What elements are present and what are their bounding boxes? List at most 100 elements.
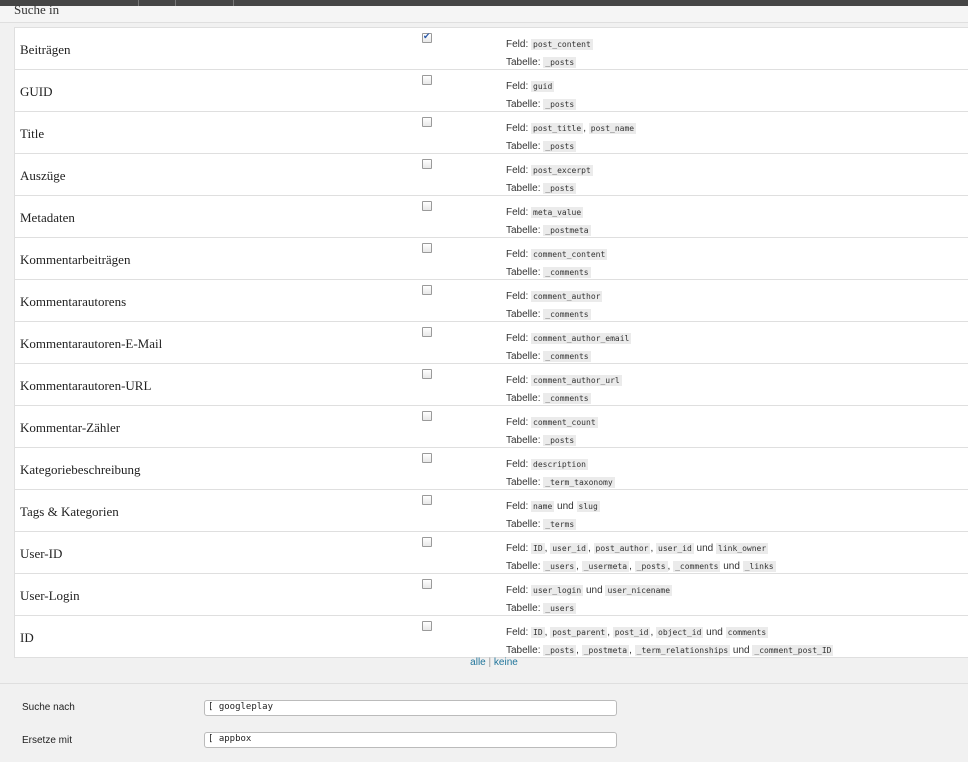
code-token: _posts <box>634 561 668 572</box>
tabelle-prefix: Tabelle: <box>506 99 541 110</box>
tabelle-prefix: Tabelle: <box>506 57 541 68</box>
select-separator: | <box>488 657 492 668</box>
separator-text: und <box>554 501 577 512</box>
feld-prefix: Feld: <box>506 543 529 554</box>
code-token: _posts <box>543 99 577 110</box>
feld-prefix: Feld: <box>506 459 529 470</box>
row-checkbox[interactable] <box>422 495 432 505</box>
code-token: object_id <box>656 627 704 638</box>
field-info: Feld: comment_author_email Tabelle: _comm… <box>506 330 632 366</box>
table-row: Metadaten Feld: meta_value Tabelle: _postm… <box>15 196 968 238</box>
tabelle-prefix: Tabelle: <box>506 561 541 572</box>
code-token: slug <box>576 501 600 512</box>
feld-prefix: Feld: <box>506 207 529 218</box>
row-checkbox[interactable] <box>422 621 432 631</box>
divider <box>0 683 968 684</box>
replace-input[interactable]: [ appbox <box>204 732 617 748</box>
row-checkbox[interactable] <box>422 411 432 421</box>
row-checkbox[interactable] <box>422 327 432 337</box>
code-token: _posts <box>543 141 577 152</box>
tabelle-prefix: Tabelle: <box>506 309 541 320</box>
row-checkbox[interactable] <box>422 369 432 379</box>
feld-prefix: Feld: <box>506 81 529 92</box>
field-info: Feld: ID, user_id, post_author, user_id … <box>506 540 776 576</box>
row-label: User-ID <box>20 546 63 561</box>
feld-line: Feld: comment_author_email <box>506 330 632 348</box>
row-checkbox[interactable] <box>422 117 432 127</box>
code-token: _links <box>742 561 776 572</box>
row-checkbox[interactable] <box>422 75 432 85</box>
search-input[interactable]: [ googleplay <box>204 700 617 716</box>
feld-prefix: Feld: <box>506 627 529 638</box>
code-token: comments <box>725 627 769 638</box>
table-row: Beiträgen Feld: post_content Tabelle: _pos… <box>15 28 968 70</box>
table-row: Kommentarautoren-E-Mail Feld: comment_aut… <box>15 322 968 364</box>
tabelle-prefix: Tabelle: <box>506 645 541 656</box>
feld-line: Feld: ID, user_id, post_author, user_id … <box>506 540 776 558</box>
row-label: GUID <box>20 84 53 99</box>
feld-prefix: Feld: <box>506 417 529 428</box>
feld-prefix: Feld: <box>506 165 529 176</box>
code-token: user_id <box>550 543 588 554</box>
row-label: Kommentarbeiträgen <box>20 252 131 267</box>
feld-line: Feld: post_title, post_name <box>506 120 637 138</box>
select-none-link[interactable]: keine <box>494 657 518 668</box>
feld-line: Feld: ID, post_parent, post_id, object_i… <box>506 624 833 642</box>
row-checkbox[interactable] <box>422 31 432 43</box>
row-label: Auszüge <box>20 168 66 183</box>
table-row: GUID Feld: guid Tabelle: _posts <box>15 70 968 112</box>
row-label: Kommentarautoren-URL <box>20 378 152 393</box>
row-checkbox[interactable] <box>422 285 432 295</box>
search-label: Suche nach <box>22 702 75 713</box>
section-title: Suche in <box>14 2 60 17</box>
code-token: post_title <box>531 123 584 134</box>
separator-text: und <box>720 561 743 572</box>
row-checkbox[interactable] <box>422 159 432 169</box>
field-info: Feld: post_content Tabelle: _posts <box>506 36 593 72</box>
tabelle-prefix: Tabelle: <box>506 225 541 236</box>
row-checkbox[interactable] <box>422 579 432 589</box>
row-label: Kommentar-Zähler <box>20 420 121 435</box>
tabelle-prefix: Tabelle: <box>506 603 541 614</box>
code-token: _usermeta <box>581 561 630 572</box>
tabelle-prefix: Tabelle: <box>506 519 541 530</box>
field-info: Feld: meta_value Tabelle: _postmeta <box>506 204 591 240</box>
tabelle-prefix: Tabelle: <box>506 351 541 362</box>
feld-line: Feld: description <box>506 456 615 474</box>
field-info: Feld: description Tabelle: _term_taxonomy <box>506 456 615 492</box>
select-all-none: alle | keine <box>14 657 968 668</box>
replace-label: Ersetze mit <box>22 735 73 746</box>
row-checkbox[interactable] <box>422 537 432 547</box>
code-token: user_nicename <box>605 585 673 596</box>
code-token: _comments <box>543 393 591 404</box>
code-token: _comments <box>543 351 591 362</box>
feld-line: Feld: comment_count <box>506 414 598 432</box>
field-info: Feld: comment_author Tabelle: _comments <box>506 288 603 324</box>
field-info: Feld: ID, post_parent, post_id, object_i… <box>506 624 834 660</box>
feld-line: Feld: guid <box>506 78 576 96</box>
row-label: Kommentarautoren-E-Mail <box>20 336 163 351</box>
table-row: Kommentarautoren-URL Feld: comment_author… <box>15 364 968 406</box>
code-token: link_owner <box>716 543 769 554</box>
search-row: Suche nach [ googleplay <box>0 700 968 730</box>
code-token: comment_author_email <box>531 333 632 344</box>
code-token: _comment_post_ID <box>752 645 834 656</box>
separator-text: und <box>583 585 606 596</box>
code-token: post_content <box>531 39 593 50</box>
code-token: _comments <box>673 561 721 572</box>
row-checkbox[interactable] <box>422 243 432 253</box>
feld-line: Feld: meta_value <box>506 204 591 222</box>
code-token: comment_author <box>531 291 603 302</box>
code-token: _posts <box>543 57 577 68</box>
select-all-link[interactable]: alle <box>470 657 486 668</box>
tabelle-prefix: Tabelle: <box>506 141 541 152</box>
feld-prefix: Feld: <box>506 39 529 50</box>
row-checkbox[interactable] <box>422 201 432 211</box>
code-token: post_author <box>593 543 651 554</box>
row-checkbox[interactable] <box>422 453 432 463</box>
feld-line: Feld: name und slug <box>506 498 600 516</box>
field-info: Feld: comment_count Tabelle: _posts <box>506 414 598 450</box>
search-in-table: Beiträgen Feld: post_content Tabelle: _pos… <box>14 27 968 658</box>
feld-prefix: Feld: <box>506 585 529 596</box>
table-row: User-ID Feld: ID, user_id, post_author, u… <box>15 532 968 574</box>
